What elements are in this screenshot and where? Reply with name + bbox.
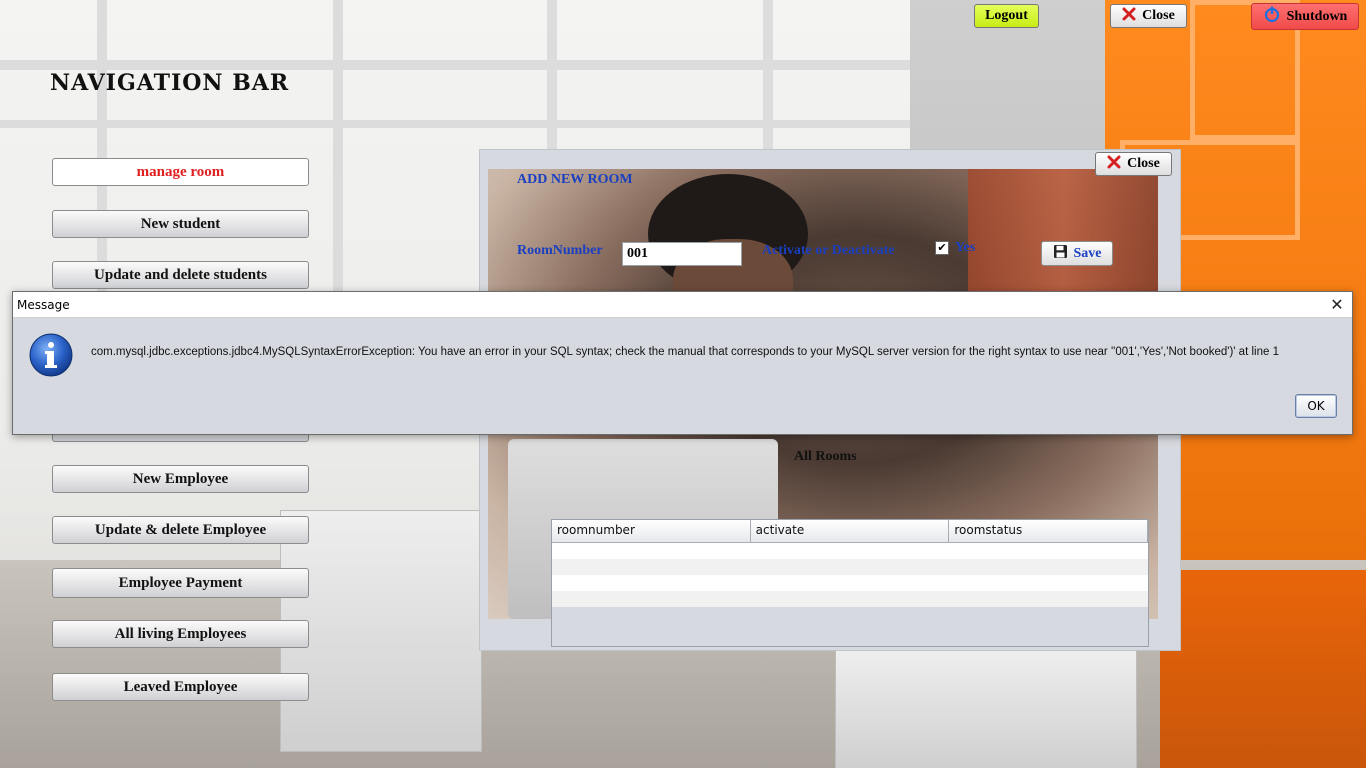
nav-title: NAVIGATION BAR — [50, 70, 290, 96]
nav-item-all-living-employees[interactable]: All living Employees — [52, 620, 309, 648]
shutdown-label: Shutdown — [1286, 8, 1348, 24]
nav-item-employee-payment[interactable]: Employee Payment — [52, 568, 309, 598]
save-button[interactable]: Save — [1041, 241, 1113, 266]
column-header-roomnumber[interactable]: roomnumber — [552, 520, 751, 542]
logout-button[interactable]: Logout — [974, 4, 1039, 28]
ok-button[interactable]: OK — [1295, 394, 1337, 418]
close-app-button[interactable]: Close — [1110, 4, 1187, 28]
info-icon — [28, 332, 74, 378]
close-app-label: Close — [1142, 8, 1175, 23]
dialog-message: com.mysql.jdbc.exceptions.jdbc4.MySQLSyn… — [91, 346, 1279, 358]
table-row[interactable] — [552, 575, 1148, 591]
save-label: Save — [1073, 245, 1102, 261]
dialog-close-icon[interactable]: ✕ — [1322, 292, 1352, 317]
activate-checkbox-label: Yes — [955, 240, 976, 255]
checkbox-check-icon: ✔ — [935, 241, 949, 255]
room-close-button[interactable]: Close — [1095, 152, 1172, 176]
power-icon — [1263, 5, 1281, 28]
table-row[interactable] — [552, 543, 1148, 559]
column-header-roomstatus[interactable]: roomstatus — [949, 520, 1149, 542]
all-rooms-label: All Rooms — [794, 449, 857, 464]
room-close-label: Close — [1127, 156, 1160, 171]
dialog-title: Message — [17, 297, 70, 312]
activate-checkbox[interactable]: ✔ Yes — [935, 240, 975, 256]
table-header: roomnumber activate roomstatus — [552, 520, 1149, 543]
floppy-disk-icon — [1053, 244, 1068, 264]
message-dialog: Message ✕ com.mysql.jdbc.exceptions.jdbc… — [12, 291, 1353, 435]
nav-item-new-employee[interactable]: New Employee — [52, 465, 309, 493]
dialog-titlebar: Message ✕ — [13, 292, 1352, 318]
nav-item-new-student[interactable]: New student — [52, 210, 309, 238]
close-x-icon — [1107, 155, 1121, 174]
nav-item-update-delete-students[interactable]: Update and delete students — [52, 261, 309, 289]
room-number-input[interactable] — [622, 242, 742, 266]
table-row[interactable] — [552, 559, 1148, 575]
nav-item-update-delete-employee[interactable]: Update & delete Employee — [52, 516, 309, 544]
rooms-table[interactable]: roomnumber activate roomstatus — [551, 519, 1149, 647]
activate-label: Activate or Deactivate — [762, 243, 895, 258]
table-row[interactable] — [552, 591, 1148, 607]
room-number-label: RoomNumber — [517, 243, 603, 258]
nav-item-manage-room[interactable]: manage room — [52, 158, 309, 186]
shutdown-button[interactable]: Shutdown — [1251, 3, 1359, 30]
panel-title: ADD NEW ROOM — [517, 172, 633, 187]
nav-item-leaved-employee[interactable]: Leaved Employee — [52, 673, 309, 701]
column-header-activate[interactable]: activate — [751, 520, 950, 542]
close-x-icon — [1122, 7, 1136, 26]
